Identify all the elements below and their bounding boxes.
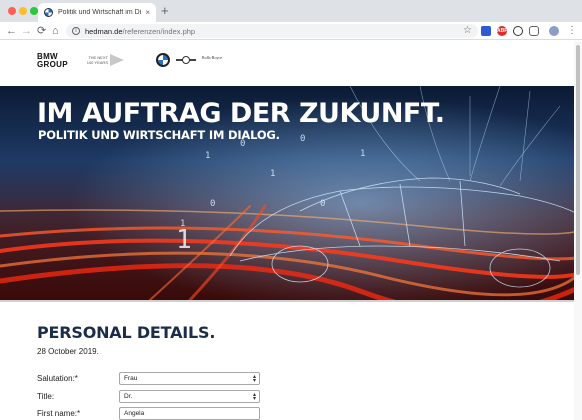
select-arrows-icon: ▴ ▾ <box>252 373 256 384</box>
bmw-group-logo[interactable]: BMW GROUP <box>37 53 68 69</box>
hero-subtitle: POLITIK UND WIRTSCHAFT IM DIALOG. <box>38 128 280 142</box>
hero-banner: 101 001 10 1 IM AUFTRAG DER ZUKUNFT. POL… <box>0 86 582 300</box>
url-path: /referenzen/index.php <box>122 26 196 36</box>
browser-toolbar: ← → ⟳ ⌂ i hedman.de /referenzen/index.ph… <box>0 22 582 40</box>
hero-title: IM AUFTRAG DER ZUKUNFT. <box>37 98 445 129</box>
page-scrollbar-thumb[interactable] <box>576 45 580 275</box>
bookmark-star-icon[interactable]: ☆ <box>463 23 472 39</box>
reload-icon[interactable]: ⟳ <box>37 23 46 39</box>
first-name-row: First name:* Angela <box>37 407 267 420</box>
title-label: Title: <box>37 392 55 401</box>
minimize-window-button[interactable] <box>19 7 27 15</box>
section-title: PERSONAL DETAILS. <box>37 323 216 342</box>
title-value: Dr. <box>124 393 133 400</box>
tab-title: Politik und Wirtschaft im Dialog. <box>58 9 141 16</box>
salutation-label: Salutation:* <box>37 374 78 383</box>
close-tab-icon[interactable]: × <box>145 8 150 17</box>
site-header: BMW GROUP THE NEXT 100 YEARS Rolls-Royce <box>0 41 582 86</box>
title-select[interactable]: Dr. ▴ ▾ <box>119 390 260 403</box>
profile-avatar[interactable] <box>549 26 559 36</box>
bmw-group-logo-line2: GROUP <box>37 60 68 69</box>
rolls-royce-logo[interactable]: Rolls-Royce <box>202 55 222 60</box>
bmw-roundel-logo[interactable] <box>156 53 170 67</box>
svg-text:1: 1 <box>205 151 210 161</box>
svg-text:1: 1 <box>270 169 275 179</box>
next-100-years-logo: THE NEXT 100 YEARS <box>80 54 124 66</box>
svg-text:1: 1 <box>360 149 365 159</box>
svg-text:1: 1 <box>176 225 192 255</box>
select-arrows-icon: ▴ ▾ <box>252 391 256 402</box>
salutation-row: Salutation:* Frau ▴ ▾ <box>37 372 267 386</box>
first-name-label: First name:* <box>37 409 81 418</box>
back-icon[interactable]: ← <box>6 23 17 39</box>
title-row: Title: Dr. ▴ ▾ <box>37 390 267 404</box>
maximize-window-button[interactable] <box>30 7 38 15</box>
first-name-value: Angela <box>124 410 145 417</box>
browser-tabbar: Politik und Wirtschaft im Dialog. × + <box>0 0 582 22</box>
salutation-select[interactable]: Frau ▴ ▾ <box>119 372 260 385</box>
forward-icon[interactable]: → <box>21 23 32 39</box>
browser-tab-active[interactable]: Politik und Wirtschaft im Dialog. × <box>38 3 156 22</box>
browser-menu-icon[interactable]: ⋮ <box>567 23 577 39</box>
close-window-button[interactable] <box>8 7 16 15</box>
form-date: 28 October 2019. <box>37 347 99 356</box>
svg-text:0: 0 <box>210 199 215 209</box>
address-bar[interactable]: i hedman.de /referenzen/index.php <box>66 24 478 38</box>
pocket-extension-icon[interactable] <box>529 26 539 36</box>
next100-arrow-icon <box>110 54 124 66</box>
next100-line2: 100 YEARS <box>86 60 108 65</box>
first-name-input[interactable]: Angela <box>119 407 260 420</box>
extension-blue-icon[interactable] <box>481 26 491 36</box>
mini-logo[interactable] <box>176 56 196 64</box>
svg-text:0: 0 <box>320 199 325 209</box>
home-icon[interactable]: ⌂ <box>52 23 59 39</box>
site-info-icon[interactable]: i <box>72 27 80 35</box>
hero-divider <box>0 300 582 302</box>
svg-text:0: 0 <box>300 134 305 144</box>
bmw-favicon-icon <box>44 8 53 17</box>
url-host: hedman.de <box>85 26 123 36</box>
adblock-extension-icon[interactable]: ABP <box>497 26 508 36</box>
new-tab-button[interactable]: + <box>161 4 169 18</box>
web-page: BMW GROUP THE NEXT 100 YEARS Rolls-Royce <box>0 41 582 420</box>
salutation-value: Frau <box>124 375 138 382</box>
extension-circle-icon[interactable] <box>513 26 523 36</box>
